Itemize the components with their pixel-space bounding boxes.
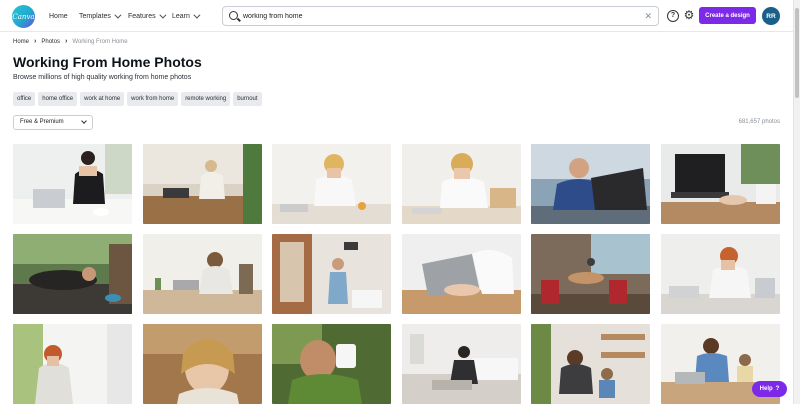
photo-tile[interactable] bbox=[401, 324, 521, 404]
breadcrumb-home[interactable]: Home bbox=[13, 39, 29, 45]
photo-image bbox=[142, 144, 262, 224]
photo-tile[interactable] bbox=[272, 324, 391, 404]
top-bar: Canva Home Templates Features Learn ✕ ? … bbox=[0, 0, 800, 32]
gear-icon[interactable]: ⚙ bbox=[683, 9, 695, 21]
license-filter-dropdown[interactable]: Free & Premium bbox=[13, 115, 93, 130]
nav-home-label: Home bbox=[49, 12, 68, 20]
chevron-down-icon bbox=[193, 11, 201, 19]
nav-features[interactable]: Features bbox=[128, 0, 167, 32]
photo-image bbox=[401, 144, 521, 224]
photo-image bbox=[13, 324, 132, 404]
photo-tile[interactable] bbox=[272, 234, 391, 314]
chevron-down-icon bbox=[159, 11, 167, 19]
breadcrumb-photos[interactable]: Photos bbox=[41, 39, 60, 45]
photo-image bbox=[660, 144, 780, 224]
chevron-right-icon: › bbox=[65, 38, 68, 45]
filter-selected-label: Free & Premium bbox=[20, 119, 64, 125]
tag-chip[interactable]: remote working bbox=[181, 92, 231, 106]
canva-logo[interactable]: Canva bbox=[12, 5, 35, 28]
search-input[interactable] bbox=[243, 9, 643, 23]
photo-tile[interactable] bbox=[13, 324, 132, 404]
tag-chip[interactable]: work from home bbox=[127, 92, 179, 106]
photo-image bbox=[13, 144, 132, 224]
clear-icon[interactable]: ✕ bbox=[644, 10, 652, 22]
tag-chip[interactable]: home office bbox=[38, 92, 78, 106]
question-icon: ? bbox=[775, 386, 780, 392]
help-button-label: Help bbox=[759, 386, 773, 392]
photo-tile[interactable] bbox=[660, 234, 780, 314]
help-icon[interactable]: ? bbox=[667, 10, 679, 22]
result-count: 681,657 photos bbox=[738, 119, 780, 125]
photo-image bbox=[142, 234, 262, 314]
photo-grid bbox=[13, 144, 780, 404]
create-design-button[interactable]: Create a design bbox=[699, 7, 756, 24]
photo-tile[interactable] bbox=[272, 144, 391, 224]
nav-templates-label: Templates bbox=[79, 12, 111, 20]
photo-image bbox=[272, 324, 391, 404]
photo-tile[interactable] bbox=[142, 324, 262, 404]
photo-tile[interactable] bbox=[660, 144, 780, 224]
photo-tile[interactable] bbox=[13, 144, 132, 224]
page-title: Working From Home Photos bbox=[13, 54, 202, 70]
photo-tile[interactable] bbox=[531, 324, 650, 404]
photo-image bbox=[142, 324, 262, 404]
scrollbar-thumb[interactable] bbox=[795, 8, 799, 98]
nav-learn[interactable]: Learn bbox=[172, 0, 201, 32]
search-bar: ✕ bbox=[222, 6, 659, 26]
nav-features-label: Features bbox=[128, 12, 156, 20]
photo-tile[interactable] bbox=[531, 144, 650, 224]
photo-image bbox=[401, 324, 521, 404]
photo-image bbox=[531, 324, 650, 404]
photo-image bbox=[272, 234, 391, 314]
photo-tile[interactable] bbox=[401, 144, 521, 224]
nav-home[interactable]: Home bbox=[49, 0, 68, 32]
page-subtitle: Browse millions of high quality working … bbox=[13, 74, 192, 81]
photo-image bbox=[531, 144, 650, 224]
tag-chip[interactable]: office bbox=[13, 92, 36, 106]
photo-image bbox=[531, 234, 650, 314]
help-button[interactable]: Help ? bbox=[752, 381, 787, 397]
chevron-down-icon bbox=[81, 118, 87, 124]
chevron-down-icon bbox=[114, 11, 122, 19]
photo-image bbox=[660, 234, 780, 314]
related-tags: office home office work at home work fro… bbox=[13, 92, 262, 106]
tag-chip[interactable]: burnout bbox=[233, 92, 262, 106]
breadcrumb: Home › Photos › Working From Home bbox=[13, 38, 128, 45]
avatar[interactable]: RR bbox=[762, 7, 780, 25]
photo-tile[interactable] bbox=[401, 234, 521, 314]
photo-tile[interactable] bbox=[142, 234, 262, 314]
nav-learn-label: Learn bbox=[172, 12, 190, 20]
breadcrumb-current: Working From Home bbox=[72, 38, 128, 45]
photo-image bbox=[401, 234, 521, 314]
tag-chip[interactable]: work at home bbox=[80, 92, 125, 106]
chevron-right-icon: › bbox=[34, 38, 37, 45]
photo-image bbox=[13, 234, 132, 314]
photo-tile[interactable] bbox=[531, 234, 650, 314]
page-scrollbar[interactable] bbox=[793, 0, 800, 404]
search-icon bbox=[229, 11, 238, 20]
photo-tile[interactable] bbox=[142, 144, 262, 224]
nav-templates[interactable]: Templates bbox=[79, 0, 122, 32]
photo-image bbox=[272, 144, 391, 224]
photo-tile[interactable] bbox=[13, 234, 132, 314]
